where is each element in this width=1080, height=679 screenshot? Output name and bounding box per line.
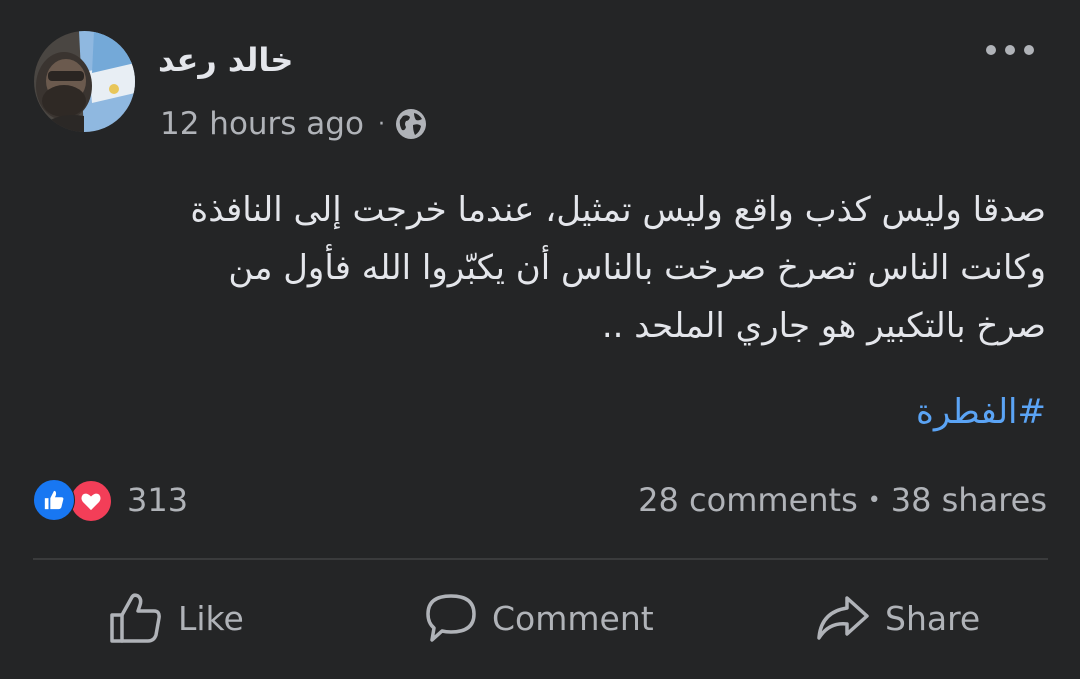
globe-icon[interactable] bbox=[395, 108, 427, 140]
like-label: Like bbox=[178, 598, 244, 638]
avatar-image bbox=[34, 31, 135, 132]
like-button[interactable]: Like bbox=[108, 585, 244, 651]
post-timestamp[interactable]: 12 hours ago bbox=[160, 106, 364, 142]
share-button[interactable]: Share bbox=[815, 585, 980, 651]
hashtag-link[interactable]: #الفطرة bbox=[916, 384, 1046, 440]
meta-separator: · bbox=[377, 111, 385, 137]
more-options-icon[interactable] bbox=[986, 36, 1034, 64]
thumbs-up-icon bbox=[110, 593, 161, 643]
reactions-summary[interactable]: 313 bbox=[33, 478, 189, 523]
reaction-count: 313 bbox=[127, 481, 189, 519]
love-reaction-icon bbox=[69, 479, 113, 523]
divider bbox=[33, 558, 1048, 560]
like-reaction-icon bbox=[33, 479, 75, 521]
action-bar: Like Comment Share bbox=[0, 585, 1080, 651]
author-name[interactable]: خالد رعد bbox=[158, 38, 293, 82]
comments-count[interactable]: 28 comments bbox=[638, 481, 858, 519]
share-label: Share bbox=[885, 598, 981, 638]
share-icon bbox=[817, 596, 869, 640]
counts-separator: • bbox=[867, 487, 881, 513]
reaction-icons bbox=[33, 479, 119, 523]
author-avatar[interactable] bbox=[34, 31, 135, 132]
post-body: صدقا وليس كذب واقع وليس تمثيل، عندما خرج… bbox=[46, 181, 1046, 355]
post-body-line: وكانت الناس تصرخ صرخت بالناس أن يكبّروا … bbox=[228, 248, 1046, 288]
post-body-line: صدقا وليس كذب واقع وليس تمثيل، عندما خرج… bbox=[190, 190, 1046, 230]
post-meta: 12 hours ago · bbox=[160, 104, 427, 144]
more-dot bbox=[1024, 45, 1034, 55]
comment-label: Comment bbox=[492, 598, 654, 638]
more-dot bbox=[986, 45, 996, 55]
engagement-counts: 28 comments • 38 shares bbox=[638, 478, 1047, 522]
facebook-post: خالد رعد 12 hours ago · صدقا وليس كذب وا… bbox=[0, 0, 1080, 679]
post-body-line: صرخ بالتكبير هو جاري الملحد .. bbox=[601, 306, 1046, 346]
comment-icon bbox=[426, 594, 476, 642]
shares-count[interactable]: 38 shares bbox=[891, 481, 1047, 519]
comment-button[interactable]: Comment bbox=[424, 585, 654, 651]
more-dot bbox=[1005, 45, 1015, 55]
